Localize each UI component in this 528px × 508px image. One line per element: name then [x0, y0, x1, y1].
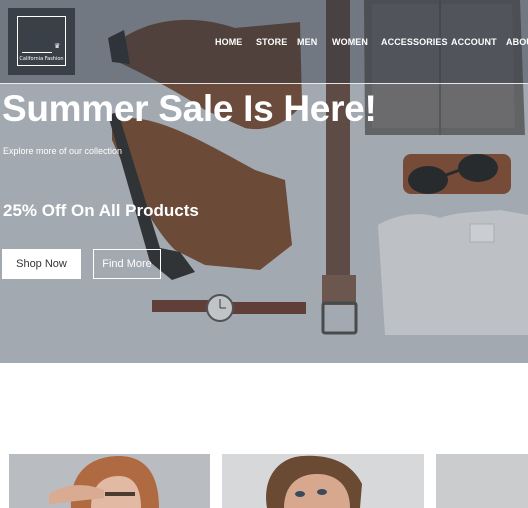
hero-headline: Summer Sale Is Here! — [2, 88, 377, 129]
man-model-image — [222, 454, 424, 508]
nav-item-store[interactable]: STORE — [256, 37, 287, 47]
nav-item-men[interactable]: MEN — [297, 37, 317, 47]
nav-item-about[interactable]: ABOUT — [506, 37, 528, 47]
nav-item-women[interactable]: WOMEN — [332, 37, 368, 47]
shop-now-button[interactable]: Shop Now — [2, 249, 81, 279]
category-card-accessories[interactable] — [436, 454, 528, 508]
nav-item-home[interactable]: HOME — [215, 37, 242, 47]
logo-divider — [22, 52, 52, 53]
hero-subline: Explore more of our collection — [3, 146, 123, 156]
hero-offer: 25% Off On All Products — [3, 201, 199, 220]
category-card-men[interactable] — [222, 454, 424, 508]
woman-model-image — [9, 454, 210, 508]
accessories-image — [436, 454, 528, 508]
logo-text: California Fashion — [19, 56, 64, 62]
site-header: ♛ California Fashion HOME STORE MEN WOME… — [0, 0, 528, 84]
crown-icon: ♛ — [54, 43, 61, 50]
category-card-women[interactable] — [9, 454, 210, 508]
find-more-button[interactable]: Find More — [93, 249, 161, 279]
brand-logo[interactable]: ♛ California Fashion — [8, 8, 75, 75]
nav-item-account[interactable]: ACCOUNT — [451, 37, 497, 47]
nav-item-accessories[interactable]: ACCESSORIES — [381, 37, 448, 47]
